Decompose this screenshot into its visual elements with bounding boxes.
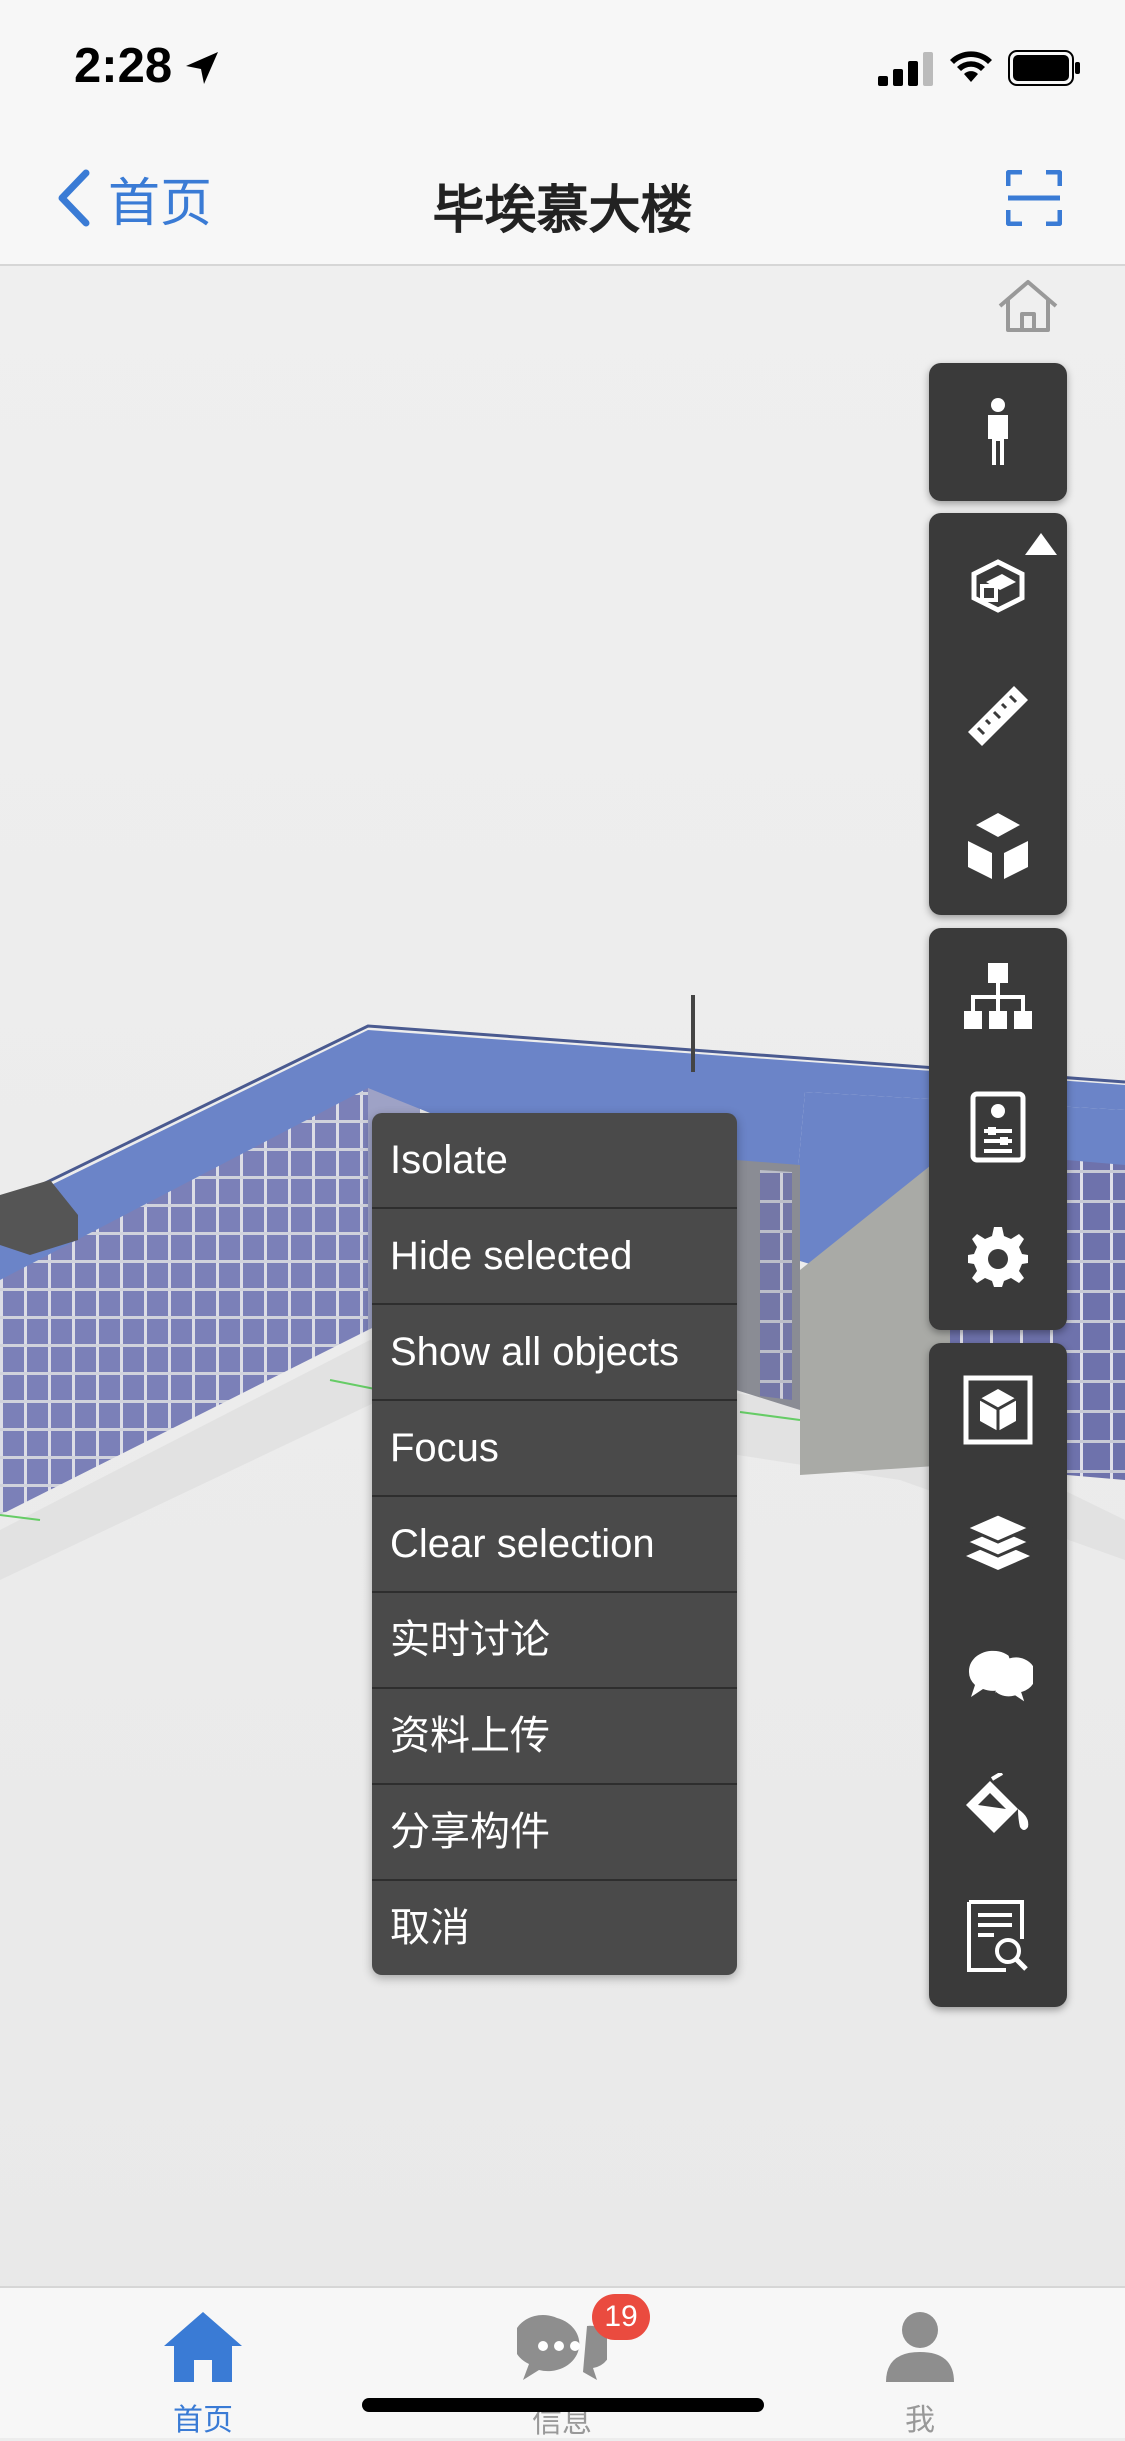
ruler-icon — [968, 686, 1028, 746]
tab-me-label: 我 — [905, 2404, 935, 2437]
menu-item-cancel[interactable]: 取消 — [372, 1881, 737, 1975]
person-icon — [988, 398, 1008, 465]
unread-badge: 19 — [592, 2294, 650, 2340]
settings-button[interactable] — [929, 1192, 1067, 1322]
paint-button[interactable] — [929, 1741, 1067, 1871]
toolbar-group-collab — [929, 1343, 1067, 2007]
context-menu: Isolate Hide selected Show all objects F… — [372, 1113, 737, 1975]
measure-button[interactable] — [929, 651, 1067, 781]
house-icon — [164, 2312, 242, 2382]
menu-item-show-all-objects[interactable]: Show all objects — [372, 1305, 737, 1401]
explode-button[interactable] — [929, 781, 1067, 911]
user-icon — [886, 2312, 954, 2382]
toolbar-group-model — [929, 928, 1067, 1330]
properties-icon — [970, 1091, 1026, 1163]
menu-item-hide-selected[interactable]: Hide selected — [372, 1209, 737, 1305]
battery-icon — [1008, 50, 1080, 86]
comments-button[interactable] — [929, 1609, 1067, 1739]
cube-explode-icon — [968, 813, 1028, 879]
menu-item-isolate[interactable]: Isolate — [372, 1113, 737, 1209]
gear-icon — [968, 1227, 1028, 1287]
menu-item-clear-selection[interactable]: Clear selection — [372, 1497, 737, 1593]
cellular-signal-icon — [878, 52, 933, 86]
status-time: 2:28 — [74, 39, 173, 93]
view-cube-button[interactable] — [929, 1345, 1067, 1475]
section-box-icon — [971, 559, 1025, 613]
status-bar: 2:28 — [0, 0, 1125, 132]
menu-item-live-discussion[interactable]: 实时讨论 — [372, 1593, 737, 1689]
menu-item-upload-files[interactable]: 资料上传 — [372, 1689, 737, 1785]
home-indicator[interactable] — [362, 2398, 764, 2412]
location-arrow-icon — [186, 52, 218, 84]
document-search-icon — [967, 1900, 1028, 1972]
tree-button[interactable] — [929, 932, 1067, 1062]
tab-home[interactable]: 首页 — [113, 2308, 293, 2439]
paint-bucket-icon — [966, 1773, 1029, 1833]
menu-item-focus[interactable]: Focus — [372, 1401, 737, 1497]
page-title: 毕埃慕大楼 — [432, 182, 693, 240]
navigation-bar: 首页 毕埃慕大楼 — [0, 132, 1125, 266]
hierarchy-icon — [964, 963, 1032, 1029]
walk-mode-button[interactable] — [929, 367, 1067, 497]
tab-bar: 首页 信息 我 — [0, 2286, 1125, 2439]
tab-me[interactable]: 我 — [830, 2308, 1010, 2439]
tab-home-label: 首页 — [173, 2404, 233, 2437]
wifi-icon — [950, 51, 992, 82]
layers-icon — [962, 1512, 1034, 1570]
layers-button[interactable] — [929, 1477, 1067, 1607]
section-box-button[interactable] — [929, 521, 1067, 651]
toolbar-group-walk — [929, 363, 1067, 501]
properties-button[interactable] — [929, 1062, 1067, 1192]
scan-icon[interactable] — [1006, 170, 1062, 226]
menu-item-share-component[interactable]: 分享构件 — [372, 1785, 737, 1881]
document-search-button[interactable] — [929, 1871, 1067, 2001]
chat-icon — [968, 1650, 1033, 1707]
cube-view-icon — [963, 1375, 1033, 1445]
toolbar-group-tools — [929, 513, 1067, 915]
home-view-icon[interactable] — [996, 278, 1060, 334]
